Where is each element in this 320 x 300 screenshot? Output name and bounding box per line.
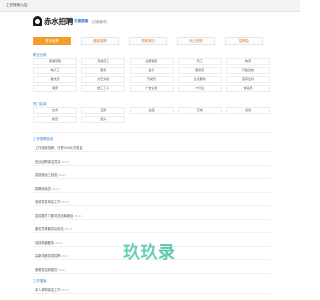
job-title-link[interactable]: 急招跟打门服务员经典搬运06-21 <box>35 213 82 218</box>
grid-link[interactable]: 行政出纳 <box>226 67 270 74</box>
logo-mark-icon <box>33 16 42 26</box>
job-title-link[interactable]: 高档机器服务06-21 <box>35 240 63 245</box>
grid-link[interactable]: 房屋销售 <box>129 58 174 65</box>
job-date: 06-21 <box>61 255 70 258</box>
site-watermark: 玖玖录 <box>123 238 176 263</box>
job-row[interactable]: 美餐急招收银员06-21 <box>33 264 270 274</box>
job-date: 06-21 <box>61 201 70 204</box>
job-title: 服务员等服务店岗位 <box>35 227 64 231</box>
grid-link[interactable]: 快递员 <box>226 85 270 92</box>
main-nav: 首页推荐 最新招聘 求职简历 网上求职 招聘会 <box>33 37 270 45</box>
grid-link[interactable]: 文员文秘 <box>81 76 126 83</box>
nav-item[interactable]: 求职简历 <box>129 37 167 45</box>
grid-link[interactable]: 五桥 <box>81 107 126 114</box>
window-title: 工作搜索公告 <box>6 3 28 7</box>
job-title: 本人求职保洁工作 <box>35 288 61 292</box>
brand-tagline: 文案搜索 <box>74 18 89 23</box>
job-date: 06-21 <box>55 241 63 245</box>
job-row[interactable]: 急招跟打门服务员经典搬运06-21 <box>33 210 270 220</box>
job-date: 06-21 <box>58 268 66 272</box>
grid-link[interactable]: IT行业 <box>177 85 222 92</box>
grid-link[interactable]: 富有爱好 <box>226 76 270 83</box>
job-title: 工作搜索招聘，日薪300元兑奖金 <box>35 146 83 150</box>
switch-city-link[interactable]: [切换城市] <box>92 19 107 24</box>
job-title: 招聘收纳员 <box>35 186 51 191</box>
grid-link[interactable]: 技工工人 <box>81 85 126 92</box>
job-row[interactable]: 急招搬运工经验06-21 <box>33 169 270 179</box>
grid-link[interactable]: 普工 <box>177 58 222 65</box>
job-title-link[interactable]: 营业招聘保洁员店06-21 <box>35 159 69 164</box>
job-date: 06-21 <box>74 214 82 218</box>
grid-link[interactable]: 餐饮员 <box>33 76 77 83</box>
job-row[interactable]: 收费零售商店工作06-21 <box>33 196 270 206</box>
grid-link[interactable]: 驾驶员 <box>129 76 174 83</box>
site-logo[interactable]: 赤水招聘 文案搜索 [切换城市] <box>33 15 113 27</box>
job-row[interactable]: 本人求职保洁工作06-21 <box>33 284 270 294</box>
watermark-right: 录 <box>158 243 176 263</box>
job-title: 高新成都急需招聘 <box>35 254 61 258</box>
job-row[interactable]: 招聘收纳员06-21 <box>33 183 270 193</box>
brand-name: 赤水招聘 <box>44 17 74 26</box>
job-date: 06-21 <box>51 187 60 191</box>
job-title-link[interactable]: 服务员等服务店岗位06-21 <box>35 226 72 231</box>
grid-link[interactable]: 会计 <box>129 67 174 74</box>
category-section-title: 职位分类 <box>33 53 47 57</box>
grid-link[interactable]: 生活服务 <box>177 76 222 83</box>
grid-link[interactable]: 龙池 <box>226 107 270 114</box>
job-row[interactable]: 服务员等服务店岗位06-21 <box>33 223 270 233</box>
job-row[interactable]: 营业招聘保洁员店06-21 <box>33 156 270 166</box>
job-title: 收费零售商店工作 <box>35 200 61 204</box>
nav-item[interactable]: 招聘会 <box>225 37 263 45</box>
grid-link[interactable]: 电子工 <box>33 67 77 74</box>
job-date: 06-21 <box>61 289 70 292</box>
grid-link[interactable]: 全市 <box>33 107 77 114</box>
job-title: 营业招聘保洁员店 <box>35 159 61 164</box>
nav-item[interactable]: 最新招聘 <box>81 37 119 45</box>
job-title: 高档机器服务 <box>35 240 55 245</box>
region-section-title: 热门区域 <box>33 102 47 106</box>
nav-item[interactable]: 网上求职 <box>177 37 215 45</box>
grid-link[interactable]: 服务 <box>81 67 126 74</box>
job-title-link[interactable]: 急招搬运工经验06-21 <box>35 172 66 177</box>
grid-link[interactable]: 天城 <box>177 107 222 114</box>
nav-item[interactable]: 首页推荐 <box>33 37 71 45</box>
job-title-link[interactable]: 美餐急招收银员06-21 <box>35 267 66 272</box>
grid-link[interactable]: 服务员 <box>177 67 222 74</box>
job-date: 06-21 <box>64 228 73 231</box>
job-title: 美餐急招收银员 <box>35 267 58 272</box>
grid-link[interactable]: 物流 <box>226 58 270 65</box>
bottom-section-title: 工作搜索 <box>33 279 47 283</box>
job-title-link[interactable]: 高新成都急需招聘06-21 <box>35 253 69 258</box>
divider <box>33 132 270 133</box>
grid-link[interactable]: 新田 <box>33 116 77 123</box>
job-title-link[interactable]: 本人求职保洁工作06-21 <box>35 287 69 292</box>
job-title: 急招搬运工经验 <box>35 173 58 177</box>
job-date: 06-21 <box>58 174 66 177</box>
grid-link[interactable]: 普通员工 <box>81 58 126 65</box>
grid-link[interactable]: 白庙 <box>129 107 174 114</box>
watermark-left: 玖玖 <box>123 243 158 263</box>
grid-link[interactable]: 促销导购 <box>33 58 77 65</box>
grid-link[interactable]: 广告业务 <box>129 85 174 92</box>
jobs-section-title: 工作招聘信息 <box>33 137 54 141</box>
job-date: 06-21 <box>61 160 70 164</box>
grid-link[interactable]: 保安 <box>33 85 77 92</box>
grid-link[interactable]: 复兴 <box>81 116 126 123</box>
window-title-bar: 工作搜索公告 <box>0 0 300 12</box>
job-title: 急招跟打门服务员经典搬运 <box>35 213 74 218</box>
job-title-link[interactable]: 工作搜索招聘，日薪300元兑奖金 <box>35 145 84 150</box>
job-row[interactable]: 工作搜索招聘，日薪300元兑奖金 <box>33 142 270 152</box>
job-title-link[interactable]: 收费零售商店工作06-21 <box>35 199 69 204</box>
job-title-link[interactable]: 招聘收纳员06-21 <box>35 186 59 191</box>
